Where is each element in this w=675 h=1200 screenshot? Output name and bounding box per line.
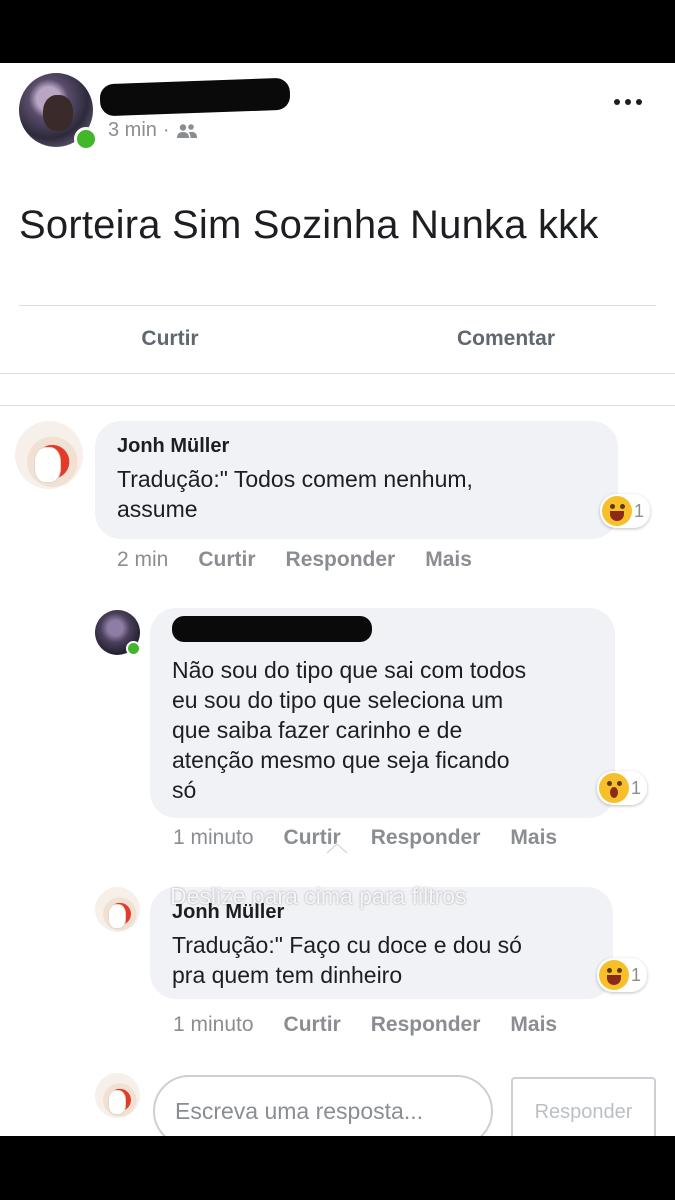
more-button[interactable]: Mais [510,826,557,850]
swipe-hint: Deslize para cima para filtros [170,883,467,909]
chevron-up-icon [326,842,348,854]
comment-text-line: Tradução:" Faço cu doce e dou só [172,932,522,958]
divider [0,373,675,374]
commenter-name[interactable]: Jonh Müller [117,435,229,458]
reaction-summary[interactable]: 1 [597,771,648,805]
more-button[interactable]: Mais [425,548,472,572]
reply-input-box[interactable] [153,1075,493,1136]
more-button[interactable]: Mais [510,1013,557,1037]
comment-text-line: que saiba fazer carinho e de [172,717,463,743]
comment-time[interactable]: 1 minuto [173,1013,254,1037]
reaction-count: 1 [631,777,642,798]
wow-emoji-icon [599,773,629,803]
comment-text-line: atenção mesmo que seja ficando [172,747,510,773]
reply-meta: 1 minuto Curtir Responder Mais [173,1013,557,1037]
reaction-summary[interactable]: 1 [600,494,651,528]
comment-text-line: eu sou do tipo que seleciona um [172,687,504,713]
replier-avatar[interactable] [95,887,140,932]
reaction-count: 1 [634,500,645,521]
comment-text-line: Não sou do tipo que sai com todos [172,657,527,683]
redacted-author-name [99,77,291,117]
comment-text-line: pra quem tem dinheiro [172,962,403,988]
comment-text-line: só [172,777,197,803]
reaction-count: 1 [631,964,642,985]
laughing-emoji-icon [599,960,629,990]
post-text: Sorteira Sim Sozinha Nunka kkk [19,203,599,247]
reply-input[interactable] [173,1097,477,1126]
divider [19,305,656,306]
commenter-avatar[interactable] [15,421,83,489]
divider [0,405,675,406]
comment-thread-screen: 3 min · Sorteira Sim Sozinha Nunka kkk C… [0,63,675,1136]
reply-bubble[interactable]: Não sou do tipo que sai com todos eu sou… [150,608,615,818]
online-status-icon [126,641,141,656]
like-button[interactable]: Curtir [110,327,230,351]
online-status-icon [74,127,98,151]
post-time[interactable]: 3 min [108,119,157,142]
reaction-summary[interactable]: 1 [597,958,648,992]
comment-bubble[interactable]: Jonh Müller Tradução:" Todos comem nenhu… [95,421,618,539]
reply-button[interactable]: Responder [371,1013,481,1037]
friends-icon [176,123,197,138]
meta-separator: · [162,119,170,141]
post-meta: 3 min · [108,119,198,142]
like-comment-button[interactable]: Curtir [198,548,255,572]
reply-meta: 1 minuto Curtir Responder Mais [173,826,557,850]
comment-time[interactable]: 2 min [117,548,168,572]
send-reply-button[interactable]: Responder [511,1077,656,1136]
comment-text-line: assume [117,496,198,522]
reply-button[interactable]: Responder [286,548,396,572]
more-options-icon[interactable] [614,99,642,105]
comment-button[interactable]: Comentar [436,327,576,351]
comment-meta: 2 min Curtir Responder Mais [117,548,472,572]
redacted-replier-name [172,616,372,642]
comment-time[interactable]: 1 minuto [173,826,254,850]
current-user-avatar [95,1073,140,1118]
laughing-emoji-icon [602,496,632,526]
reply-button[interactable]: Responder [371,826,481,850]
like-comment-button[interactable]: Curtir [284,1013,341,1037]
comment-text-line: Tradução:" Todos comem nenhum, [117,466,473,492]
